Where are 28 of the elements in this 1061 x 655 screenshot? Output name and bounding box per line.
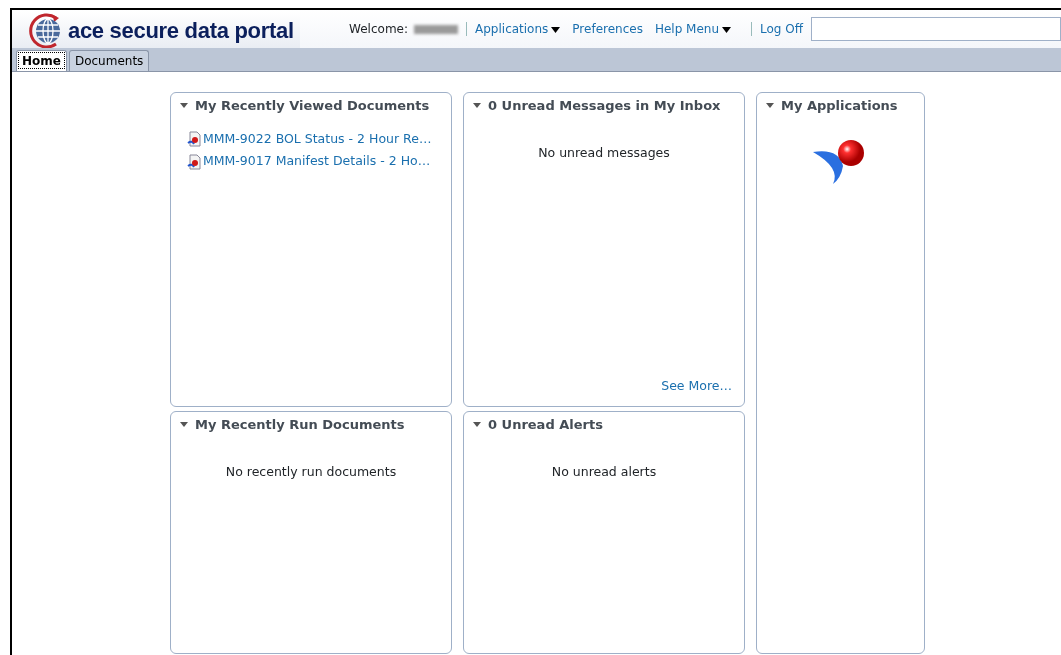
document-link[interactable]: MMM-9017 Manifest Details - 2 Ho…: [187, 152, 443, 171]
panel-title: 0 Unread Alerts: [488, 416, 603, 434]
document-icon: [187, 153, 203, 170]
panel-title: 0 Unread Messages in My Inbox: [488, 97, 721, 115]
tab[interactable]: Home: [16, 50, 67, 71]
empty-message: No unread messages: [537, 143, 671, 162]
document-link[interactable]: MMM-9022 BOL Status - 2 Hour Re…: [187, 129, 443, 149]
panel-title: My Applications: [781, 97, 898, 115]
collapse-icon[interactable]: [472, 420, 482, 429]
panel-title: My Recently Viewed Documents: [195, 97, 430, 115]
empty-message: No recently run documents: [224, 462, 398, 481]
panel-title: My Recently Run Documents: [195, 416, 405, 434]
menu-link[interactable]: Help Menu: [654, 20, 732, 38]
collapse-icon[interactable]: [179, 101, 189, 110]
logoff-link[interactable]: Log Off: [760, 20, 803, 38]
empty-message: No unread alerts: [550, 462, 658, 481]
collapse-icon[interactable]: [179, 420, 189, 429]
document-icon: [187, 130, 203, 147]
search-field[interactable]: [811, 17, 1061, 41]
tab[interactable]: Documents: [68, 50, 150, 71]
collapse-icon[interactable]: [472, 101, 482, 110]
menu-link[interactable]: Preferences: [572, 20, 643, 38]
welcome-label: Welcome:: [349, 21, 408, 38]
redacted-name: [414, 24, 458, 34]
collapse-icon[interactable]: [765, 101, 775, 110]
see-more-link[interactable]: See More…: [661, 377, 732, 396]
logo-text: ace secure data portal: [68, 16, 294, 45]
menu-link[interactable]: Applications: [475, 20, 561, 38]
